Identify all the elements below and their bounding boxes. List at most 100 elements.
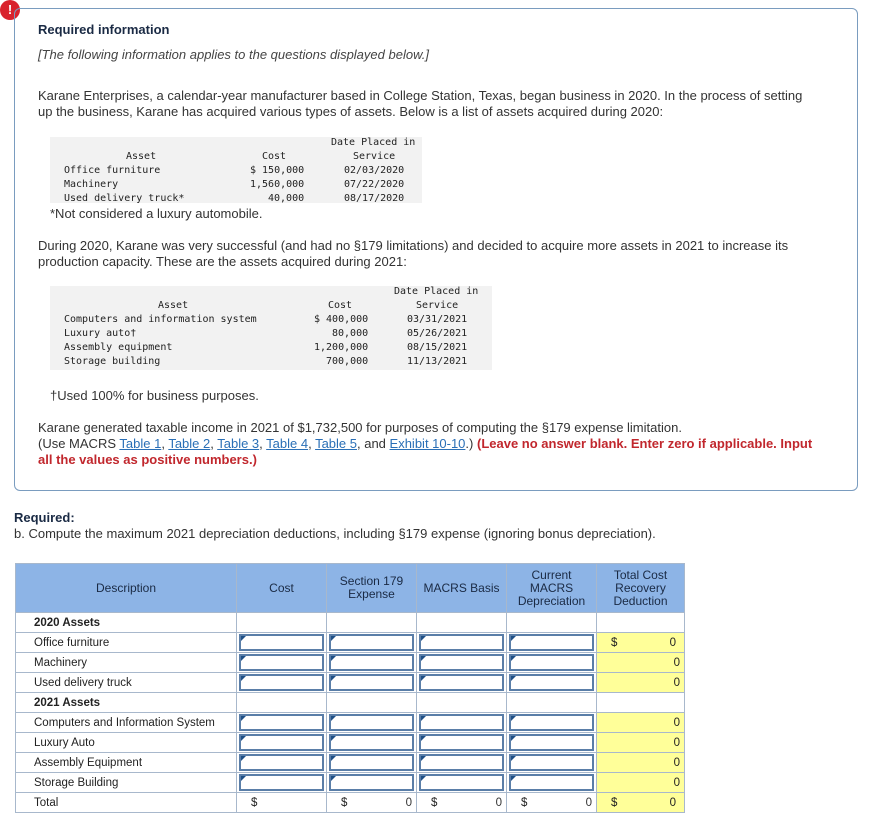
cost-input[interactable] [239, 754, 324, 771]
header-macrs-basis: MACRS Basis [416, 563, 507, 613]
footnote-business-use: †Used 100% for business purposes. [50, 388, 259, 403]
asset-date: 05/26/2021 [407, 328, 468, 339]
table-row: Computers and Information System 0 [15, 712, 685, 733]
col-date-header-line2: Service [416, 300, 459, 311]
required-heading: Required: [14, 510, 75, 525]
total-macrs-basis: $0 [416, 792, 507, 813]
total-cost-recovery-value: 0 [596, 652, 685, 673]
asset-date: 02/03/2020 [344, 165, 405, 176]
assets-2021-table: Asset Cost Date Placed in Service Comput… [50, 286, 492, 370]
spacer-cell [236, 612, 327, 633]
col-asset-header: Asset [126, 151, 157, 162]
use-prefix: (Use MACRS [38, 436, 120, 451]
asset-date: 03/31/2021 [407, 314, 468, 325]
row-label: Computers and Information System [15, 712, 237, 733]
spacer-cell [416, 692, 507, 713]
spacer-cell [596, 612, 685, 633]
use-suffix: .) [465, 436, 477, 451]
asset-date: 08/17/2020 [344, 193, 405, 204]
asset-date: 11/13/2021 [407, 356, 468, 367]
link-table-5[interactable]: Table 5 [315, 436, 357, 451]
asset-cost: 1,560,000 [250, 179, 305, 190]
row-label-total: Total [15, 792, 237, 813]
section-179-input[interactable] [329, 774, 414, 791]
current-macrs-input[interactable] [509, 714, 594, 731]
section-179-input[interactable] [329, 714, 414, 731]
section-179-input[interactable] [329, 754, 414, 771]
macrs-basis-input[interactable] [419, 774, 504, 791]
header-description: Description [15, 563, 237, 613]
spacer-cell [326, 692, 417, 713]
current-macrs-input[interactable] [509, 634, 594, 651]
macrs-basis-input[interactable] [419, 734, 504, 751]
link-table-1[interactable]: Table 1 [119, 436, 161, 451]
spacer-cell [506, 612, 597, 633]
row-label: Luxury Auto [15, 732, 237, 753]
asset-date: 07/22/2020 [344, 179, 405, 190]
cost-input[interactable] [239, 634, 324, 651]
current-macrs-input[interactable] [509, 774, 594, 791]
total-current-macrs: $0 [506, 792, 597, 813]
macrs-basis-input[interactable] [419, 634, 504, 651]
total-cost-recovery-value: 0 [596, 672, 685, 693]
macrs-basis-input[interactable] [419, 654, 504, 671]
current-macrs-input[interactable] [509, 734, 594, 751]
spacer-cell [416, 612, 507, 633]
header-total-cost-recovery: Total Cost Recovery Deduction [596, 563, 685, 613]
section-179-input[interactable] [329, 674, 414, 691]
current-macrs-input[interactable] [509, 654, 594, 671]
section-179-input[interactable] [329, 634, 414, 651]
taxable-income-text: Karane generated taxable income in 2021 … [38, 420, 682, 435]
row-label: Assembly Equipment [15, 752, 237, 773]
cost-input[interactable] [239, 714, 324, 731]
footnote-luxury: *Not considered a luxury automobile. [50, 206, 263, 221]
table-row: Machinery 0 [15, 652, 685, 673]
asset-name: Used delivery truck* [64, 193, 185, 204]
total-cost-recovery-value: 0 [596, 752, 685, 773]
header-section-179: Section 179 Expense [326, 563, 417, 613]
total-cost: $ [236, 792, 327, 813]
link-exhibit-10-10[interactable]: Exhibit 10-10 [390, 436, 466, 451]
total-cost-recovery-value: 0 [596, 772, 685, 793]
total-cost-recovery: $0 [596, 792, 685, 813]
asset-name: Computers and information system [64, 314, 257, 325]
link-table-4[interactable]: Table 4 [266, 436, 308, 451]
col-date-header-line1: Date Placed in [331, 137, 416, 148]
cost-input[interactable] [239, 674, 324, 691]
col-asset-header: Asset [158, 300, 189, 311]
col-date-header-line2: Service [353, 151, 396, 162]
asset-cost: 1,200,000 [314, 342, 369, 353]
cost-input[interactable] [239, 734, 324, 751]
asset-name: Office furniture [64, 165, 161, 176]
row-label: Office furniture [15, 632, 237, 653]
spacer-cell [236, 692, 327, 713]
header-cost: Cost [236, 563, 327, 613]
section-label-2020: 2020 Assets [15, 612, 237, 633]
asset-cost: 80,000 [332, 328, 369, 339]
asset-cost: $ 400,000 [314, 314, 369, 325]
macrs-basis-input[interactable] [419, 714, 504, 731]
spacer-cell [326, 612, 417, 633]
asset-cost: $ 150,000 [250, 165, 305, 176]
macrs-basis-input[interactable] [419, 674, 504, 691]
link-table-3[interactable]: Table 3 [217, 436, 259, 451]
link-table-2[interactable]: Table 2 [168, 436, 210, 451]
section-179-input[interactable] [329, 654, 414, 671]
asset-date: 08/15/2021 [407, 342, 468, 353]
current-macrs-input[interactable] [509, 674, 594, 691]
macrs-basis-input[interactable] [419, 754, 504, 771]
section-179-input[interactable] [329, 734, 414, 751]
total-cost-recovery-value: 0 [596, 732, 685, 753]
asset-name: Assembly equipment [64, 342, 173, 353]
col-date-header-line1: Date Placed in [394, 286, 479, 297]
col-cost-header: Cost [262, 151, 287, 162]
current-macrs-input[interactable] [509, 754, 594, 771]
info-intro: Karane Enterprises, a calendar-year manu… [38, 88, 803, 119]
asset-name: Machinery [64, 179, 119, 190]
cost-input[interactable] [239, 654, 324, 671]
asset-cost: 700,000 [326, 356, 369, 367]
asset-name: Storage building [64, 356, 161, 367]
separator: , and [357, 436, 390, 451]
table-row: Storage Building 0 [15, 772, 685, 793]
cost-input[interactable] [239, 774, 324, 791]
